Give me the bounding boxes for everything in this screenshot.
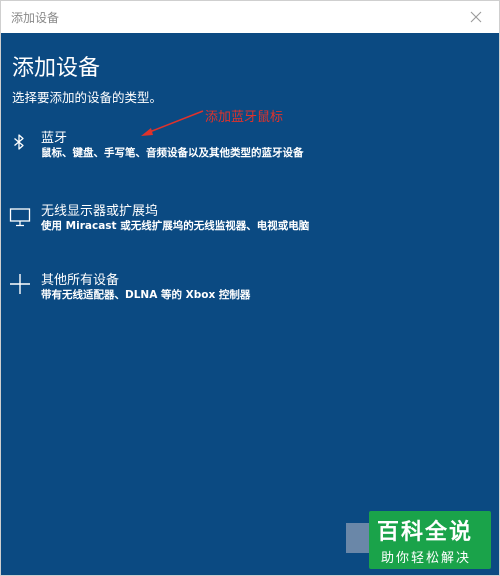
dialog-content: 添加设备 选择要添加的设备的类型。 添加蓝牙鼠标 蓝牙 鼠标、键盘、手写笔、音频… [1, 33, 499, 575]
annotation-label: 添加蓝牙鼠标 [205, 110, 284, 125]
watermark-main-text: 百科全说 [377, 520, 474, 545]
option-wireless-display-description: 使用 Miracast 或无线扩展坞的无线监视器、电视或电脑 [41, 220, 310, 232]
bluetooth-icon [14, 134, 24, 150]
option-other-devices[interactable]: 其他所有设备 带有无线适配器、DLNA 等的 Xbox 控制器 [1, 269, 499, 317]
option-wireless-display[interactable]: 无线显示器或扩展坞 使用 Miracast 或无线扩展坞的无线监视器、电视或电脑 [1, 200, 499, 248]
close-icon [470, 11, 482, 23]
watermark-sub-text: 助你轻松解决 [381, 551, 472, 566]
option-bluetooth-title: 蓝牙 [41, 131, 68, 146]
watermark-logo: 百科全说 助你轻松解决 [369, 511, 491, 569]
page-subtitle: 选择要添加的设备的类型。 [12, 90, 163, 105]
plus-icon [10, 274, 30, 294]
option-other-devices-title: 其他所有设备 [41, 273, 120, 288]
add-device-window: 添加设备 添加设备 选择要添加的设备的类型。 添加蓝牙鼠标 蓝牙 鼠标、键盘、手… [0, 0, 500, 576]
option-wireless-display-title: 无线显示器或扩展坞 [41, 204, 159, 219]
window-title: 添加设备 [11, 11, 60, 25]
option-bluetooth-description: 鼠标、键盘、手写笔、音频设备以及其他类型的蓝牙设备 [41, 147, 304, 159]
page-title: 添加设备 [12, 56, 101, 81]
monitor-icon [9, 208, 31, 227]
option-other-devices-description: 带有无线适配器、DLNA 等的 Xbox 控制器 [41, 289, 251, 301]
title-bar: 添加设备 [1, 1, 499, 33]
option-bluetooth[interactable]: 蓝牙 鼠标、键盘、手写笔、音频设备以及其他类型的蓝牙设备 [1, 127, 499, 175]
close-button[interactable] [453, 1, 499, 33]
